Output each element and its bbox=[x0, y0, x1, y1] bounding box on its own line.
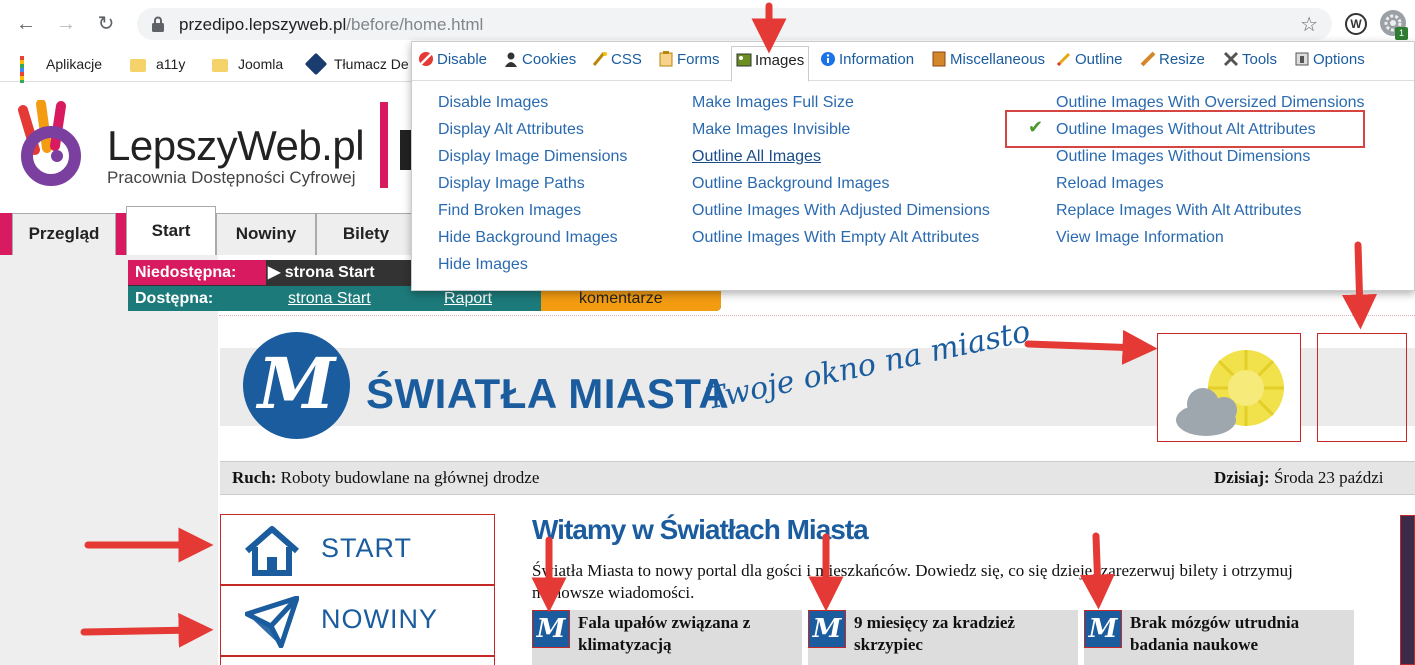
arrow-to-weather-image bbox=[1024, 329, 1158, 365]
arrow-to-nowiny-nav bbox=[80, 612, 214, 648]
arrow-to-news-3 bbox=[1079, 532, 1115, 610]
arrow-to-missing-image bbox=[1341, 241, 1377, 330]
annotation-arrows bbox=[80, 2, 1377, 648]
